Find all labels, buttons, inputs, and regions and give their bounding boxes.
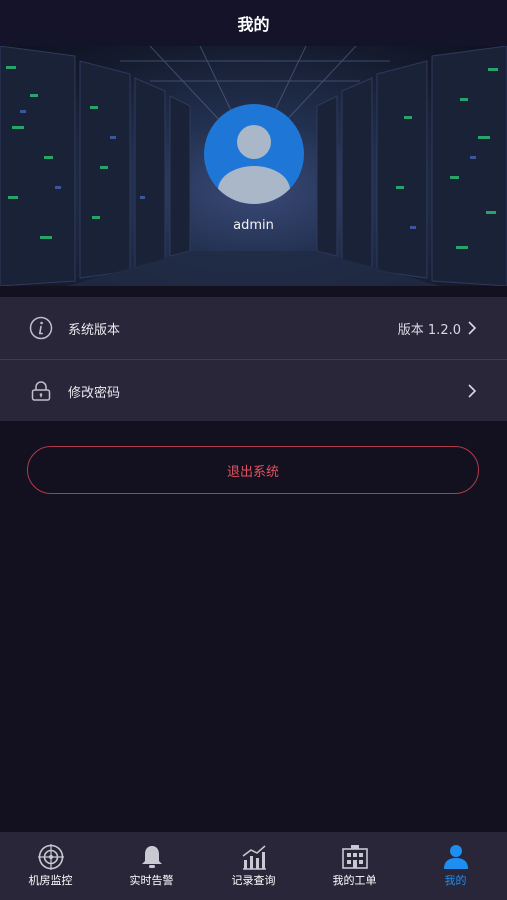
tab-realtime-alarms[interactable]: 实时告警: [101, 832, 202, 900]
username: admin: [233, 218, 274, 233]
chevron-right-icon: [468, 321, 477, 335]
profile-banner: admin: [0, 46, 507, 286]
logout-button-label: 退出系统: [226, 464, 279, 480]
target-icon: [38, 844, 64, 870]
lock-icon: [31, 381, 51, 401]
version-value: 版本 1.2.0: [397, 322, 461, 338]
user-silhouette-icon: [218, 125, 290, 204]
tab-label: 我的工单: [332, 874, 377, 887]
chart-icon: [242, 845, 266, 870]
user-icon: [444, 845, 468, 869]
tab-label: 机房监控: [28, 874, 73, 887]
chevron-right-icon: [468, 384, 477, 398]
page-title: 我的: [237, 15, 270, 34]
tab-record-query[interactable]: 记录查询: [203, 832, 304, 900]
top-navigation-bar: 我的: [0, 0, 507, 46]
tab-label: 实时告警: [129, 874, 174, 887]
tab-label: 记录查询: [231, 874, 276, 887]
menu-item-version[interactable]: 系统版本 版本 1.2.0: [0, 297, 507, 359]
tab-mine[interactable]: 我的: [405, 832, 506, 900]
tab-room-monitoring[interactable]: 机房监控: [0, 832, 101, 900]
building-icon: [342, 845, 368, 869]
tab-label: 我的: [444, 874, 467, 887]
menu-item-label: 系统版本: [68, 322, 121, 338]
tab-my-work-orders[interactable]: 我的工单: [304, 832, 405, 900]
logout-button[interactable]: 退出系统: [27, 446, 479, 494]
menu-item-label: 修改密码: [68, 385, 121, 401]
info-icon: [29, 316, 53, 340]
bottom-tab-bar: 机房监控 实时告警 记录查询 我的工单 我的: [0, 832, 507, 900]
user-avatar[interactable]: [204, 104, 304, 204]
bell-icon: [142, 846, 162, 868]
menu-item-change-password[interactable]: 修改密码: [0, 360, 507, 422]
settings-menu: 系统版本 版本 1.2.0 修改密码: [0, 297, 507, 421]
